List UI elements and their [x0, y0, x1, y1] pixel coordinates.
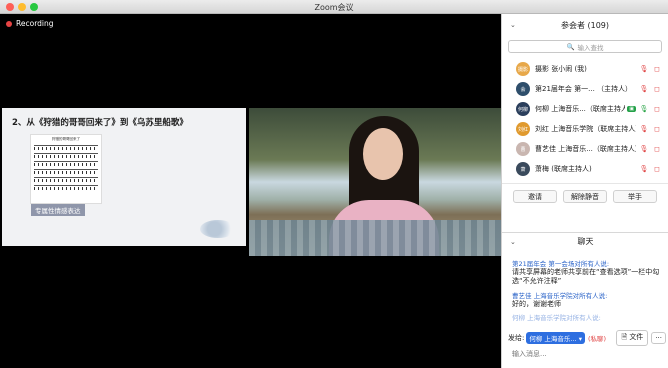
sheet-music-image: 狩猎的哥哥回来了: [30, 134, 102, 204]
participant-name: 刘红 上海音乐学院（联席主持人）: [535, 125, 636, 133]
shared-slide: 2、从《狩猎的哥哥回来了》到《乌苏里船歌》 狩猎的哥哥回来了 专属性情感表达: [2, 108, 246, 246]
recipient-select[interactable]: 何柳 上海音乐... ▾: [526, 332, 585, 344]
video-off-icon[interactable]: ◻: [652, 85, 662, 93]
microphone-muted-icon[interactable]: 🎙: [639, 85, 649, 93]
participants-title: 参会者 (109): [560, 20, 610, 30]
participant-row[interactable]: 会第21届年会 第一... （主持人） 🎙 ◻: [502, 79, 668, 99]
unmute-all-button[interactable]: 解除静音: [563, 190, 607, 203]
participant-row[interactable]: 曹曹艺佳 上海音乐...（联席主持人） 🎙 ◻: [502, 139, 668, 159]
video-off-icon[interactable]: ◻: [652, 125, 662, 133]
chat-title: 聊天: [577, 237, 594, 246]
participant-name: 萧梅 (联席主持人): [535, 165, 592, 173]
participant-row[interactable]: 刘红 刘红 上海音乐学院（联席主持人） 🎙 ◻: [502, 119, 668, 139]
window-title: Zoom会议: [314, 3, 354, 12]
avatar: 刘红: [516, 122, 530, 136]
decorative-flower-icon: [200, 220, 236, 238]
video-off-icon[interactable]: ◻: [652, 105, 662, 113]
collapse-participants-icon[interactable]: ⌄: [510, 21, 520, 29]
participant-row[interactable]: 萧萧梅 (联席主持人) 🎙 ◻: [502, 159, 668, 179]
slide-badge: 专属性情感表达: [31, 204, 85, 216]
chat-message-input[interactable]: [512, 348, 662, 360]
participant-actions: 邀请 解除静音 举手: [502, 183, 668, 203]
chat-header: ⌄ 聊天: [502, 232, 668, 250]
search-placeholder: 输入查找: [577, 43, 604, 52]
video-off-icon[interactable]: ◻: [652, 165, 662, 173]
microphone-muted-icon[interactable]: 🎙: [639, 165, 649, 173]
side-panel: ⌄ 参会者 (109) 🔍 输入查找 摄影 摄影 张小闹 (我) 🎙 ◻ 会第21届年会…: [501, 14, 668, 368]
share-status-badge: ▣: [627, 106, 636, 112]
video-off-icon[interactable]: ◻: [652, 65, 662, 73]
video-off-icon[interactable]: ◻: [652, 145, 662, 153]
microphone-icon[interactable]: 🎙: [639, 105, 649, 113]
avatar: 萧: [516, 162, 530, 176]
file-icon: 🗎: [621, 333, 628, 341]
score-title: 狩猎的哥哥回来了: [52, 137, 80, 141]
record-dot-icon: [6, 20, 12, 27]
chat-message-text: 好的，谢谢老师: [512, 299, 561, 308]
avatar: 何柳: [516, 102, 530, 116]
chat-sender: 曹艺佳 上海音乐学院对所有人说:: [512, 291, 608, 300]
raise-hand-button[interactable]: 举手: [613, 190, 657, 203]
participant-name: 摄影 张小闹 (我): [535, 65, 587, 73]
chat-message-text: 请共享屏幕的老师共享前在“查看选项”一栏中勾选“不允许注释”: [512, 268, 660, 286]
invite-button[interactable]: 邀请: [513, 190, 557, 203]
avatar: 曹: [516, 142, 530, 156]
file-button[interactable]: 🗎 文件: [616, 330, 649, 346]
slide-title: 2、从《狩猎的哥哥回来了》到《乌苏里船歌》: [12, 118, 188, 128]
recording-label: Recording: [16, 19, 54, 28]
search-icon: 🔍: [566, 42, 575, 51]
chat-sender: 何柳 上海音乐学院对所有人说:: [512, 314, 601, 323]
microphone-muted-icon[interactable]: 🎙: [639, 125, 649, 133]
chat-send-row: 发给: 何柳 上海音乐... ▾ (私聊) 🗎 文件 ···: [508, 330, 666, 346]
collapse-chat-icon[interactable]: ⌄: [510, 238, 520, 246]
send-to-label: 发给:: [508, 334, 525, 342]
participant-name: 第21届年会 第一... （主持人）: [535, 85, 633, 93]
chat-messages: 第21届年会 第一会场对所有人说: 请共享屏幕的老师共享前在“查看选项”一栏中勾选…: [512, 255, 662, 325]
participant-name: 曹艺佳 上海音乐...（联席主持人）: [535, 145, 636, 153]
participant-row[interactable]: 何柳 何柳 上海音乐...（联席主持人） ▣ 🎙 ◻: [502, 99, 668, 119]
participant-row[interactable]: 摄影 摄影 张小闹 (我) 🎙 ◻: [502, 59, 668, 79]
microphone-muted-icon[interactable]: 🎙: [639, 65, 649, 73]
microphone-muted-icon[interactable]: 🎙: [639, 145, 649, 153]
more-options-button[interactable]: ···: [651, 332, 666, 344]
avatar: 会: [516, 82, 530, 96]
participant-name: 何柳 上海音乐...（联席主持人）: [535, 105, 626, 113]
private-chat-label: (私聊): [587, 335, 607, 343]
recording-indicator: Recording: [6, 19, 54, 28]
avatar: 摄影: [516, 62, 530, 76]
speaker-video: [249, 108, 501, 256]
participants-header: ⌄ 参会者 (109): [502, 14, 668, 36]
window-titlebar: Zoom会议: [0, 0, 668, 14]
chat-sender: 第21届年会 第一会场对所有人说:: [512, 260, 610, 268]
participant-search-input[interactable]: 🔍 输入查找: [508, 40, 662, 53]
participant-list: 摄影 摄影 张小闹 (我) 🎙 ◻ 会第21届年会 第一... （主持人） 🎙 ◻ 何柳 何柳 …: [502, 59, 668, 179]
